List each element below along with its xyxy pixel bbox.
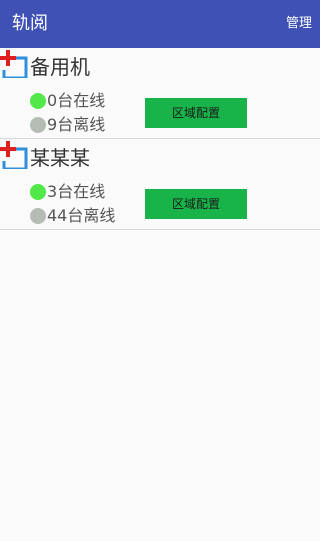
online-dot-icon: [30, 93, 46, 109]
offline-status: 44 台离线: [30, 206, 115, 226]
add-icon[interactable]: [0, 141, 28, 171]
online-dot-icon: [30, 184, 46, 200]
offline-label: 台离线: [67, 206, 116, 225]
app-bar: 轨阅 管理: [0, 0, 320, 48]
zone-config-button[interactable]: 区域配置: [145, 98, 247, 128]
offline-count: 9: [47, 115, 58, 134]
online-label: 台在线: [57, 182, 106, 201]
offline-dot-icon: [30, 208, 46, 224]
online-status: 3 台在线: [30, 182, 105, 202]
offline-status: 9 台离线: [30, 115, 105, 135]
group-item: 备用机 0 台在线 9 台离线 区域配置: [0, 48, 320, 139]
add-icon[interactable]: [0, 50, 28, 80]
online-count: 3: [47, 182, 58, 201]
group-item: 某某某 3 台在线 44 台离线 区域配置: [0, 139, 320, 230]
zone-config-button[interactable]: 区域配置: [145, 189, 247, 219]
online-label: 台在线: [57, 91, 106, 110]
group-name: 备用机: [30, 55, 90, 79]
group-name: 某某某: [30, 146, 90, 170]
offline-count: 44: [47, 206, 68, 225]
online-count: 0: [47, 91, 58, 110]
offline-label: 台离线: [57, 115, 106, 134]
manage-button[interactable]: 管理: [286, 15, 312, 33]
online-status: 0 台在线: [30, 91, 105, 111]
app-title: 轨阅: [12, 13, 48, 34]
offline-dot-icon: [30, 117, 46, 133]
